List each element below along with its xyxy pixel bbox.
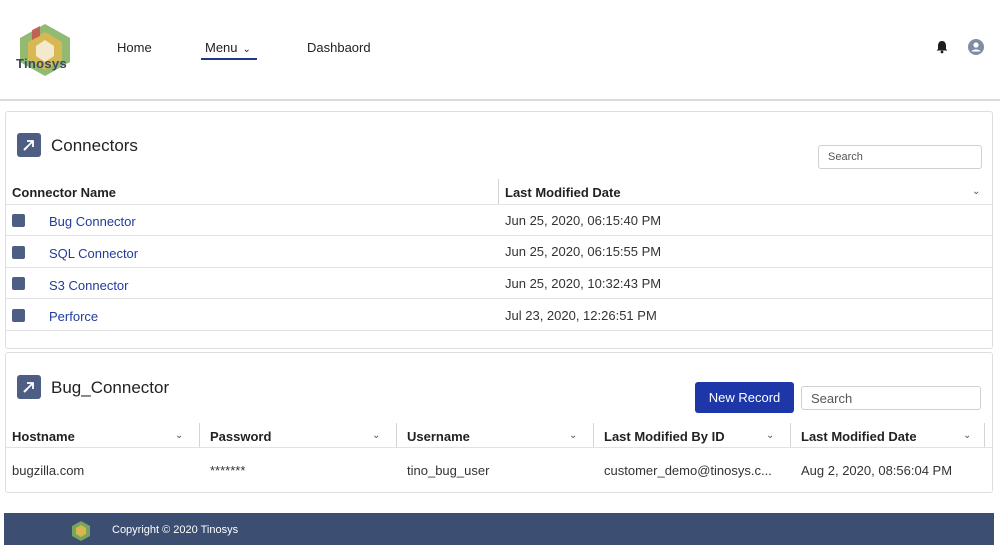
copyright-text: Copyright © 2020 Tinosys bbox=[112, 524, 239, 536]
nav-menu[interactable]: Menu ⌄ bbox=[205, 40, 251, 55]
password-cell: ******* bbox=[210, 463, 246, 478]
column-header-last-modified-date[interactable]: Last Modified Date bbox=[505, 185, 621, 200]
page-footer: Copyright © 2020 Tinosys bbox=[4, 513, 994, 545]
connector-row-icon bbox=[12, 309, 25, 322]
connector-link[interactable]: SQL Connector bbox=[49, 246, 138, 261]
column-divider bbox=[199, 423, 200, 447]
connectors-title: Connectors bbox=[51, 136, 138, 155]
last-modified-date-cell: Aug 2, 2020, 08:56:04 PM bbox=[801, 463, 953, 478]
header-divider bbox=[6, 204, 992, 205]
chevron-down-icon[interactable]: ⌄ bbox=[963, 430, 971, 441]
column-header-connector-name[interactable]: Connector Name bbox=[12, 185, 116, 200]
connector-date: Jul 23, 2020, 12:26:51 PM bbox=[505, 308, 657, 323]
column-divider bbox=[396, 423, 397, 447]
connector-row-icon bbox=[12, 246, 25, 259]
row-divider bbox=[6, 330, 992, 331]
top-header: Tinosys Home Menu ⌄ Dashbaord bbox=[0, 0, 1000, 101]
nav-dashboard[interactable]: Dashbaord bbox=[307, 40, 371, 55]
connector-icon bbox=[17, 375, 41, 399]
chevron-down-icon[interactable]: ⌄ bbox=[569, 430, 577, 441]
connector-link[interactable]: Bug Connector bbox=[49, 214, 136, 229]
column-header-last-modified-by-id[interactable]: Last Modified By ID bbox=[604, 429, 725, 444]
new-record-button[interactable]: New Record bbox=[695, 382, 794, 413]
chevron-down-icon: ⌄ bbox=[242, 44, 251, 55]
records-search-input[interactable]: Search bbox=[801, 386, 981, 410]
connector-row-icon bbox=[12, 214, 25, 227]
column-header-hostname[interactable]: Hostname bbox=[12, 429, 75, 444]
connector-link[interactable]: S3 Connector bbox=[49, 278, 129, 293]
column-divider bbox=[498, 179, 499, 204]
nav-active-indicator bbox=[201, 58, 257, 60]
connector-date: Jun 25, 2020, 10:32:43 PM bbox=[505, 276, 662, 291]
bug-connector-title: Bug_Connector bbox=[51, 378, 170, 397]
connector-link[interactable]: Perforce bbox=[49, 309, 98, 324]
connector-date: Jun 25, 2020, 06:15:55 PM bbox=[505, 244, 662, 259]
column-header-username[interactable]: Username bbox=[407, 429, 470, 444]
bug-connector-card: Bug_Connector New Record Search Hostname… bbox=[5, 352, 993, 493]
bell-icon[interactable] bbox=[935, 40, 949, 54]
footer-logo-icon bbox=[72, 521, 90, 541]
username-cell: tino_bug_user bbox=[407, 463, 490, 478]
last-modified-by-cell: customer_demo@tinosys.c... bbox=[604, 463, 772, 478]
column-divider bbox=[984, 423, 985, 447]
nav-home[interactable]: Home bbox=[117, 40, 152, 55]
connectors-search-input[interactable]: Search bbox=[818, 145, 982, 169]
hostname-cell: bugzilla.com bbox=[12, 463, 85, 478]
column-header-password[interactable]: Password bbox=[210, 429, 271, 444]
connector-icon bbox=[17, 133, 41, 157]
user-avatar-icon[interactable] bbox=[968, 39, 984, 55]
chevron-down-icon[interactable]: ⌄ bbox=[175, 430, 183, 441]
row-divider bbox=[6, 235, 992, 236]
chevron-down-icon[interactable]: ⌄ bbox=[766, 430, 774, 441]
connector-row-icon bbox=[12, 277, 25, 290]
brand-name: Tinosys bbox=[16, 56, 67, 71]
row-divider bbox=[6, 298, 992, 299]
connector-date: Jun 25, 2020, 06:15:40 PM bbox=[505, 213, 662, 228]
header-divider bbox=[6, 447, 992, 448]
row-divider bbox=[6, 267, 992, 268]
column-divider bbox=[790, 423, 791, 447]
chevron-down-icon[interactable]: ⌄ bbox=[372, 430, 380, 441]
column-header-last-modified-date[interactable]: Last Modified Date bbox=[801, 429, 917, 444]
nav-menu-label: Menu bbox=[205, 40, 238, 55]
column-divider bbox=[593, 423, 594, 447]
connectors-card: Connectors Search Connector Name Last Mo… bbox=[5, 111, 993, 349]
chevron-down-icon[interactable]: ⌄ bbox=[972, 186, 980, 197]
